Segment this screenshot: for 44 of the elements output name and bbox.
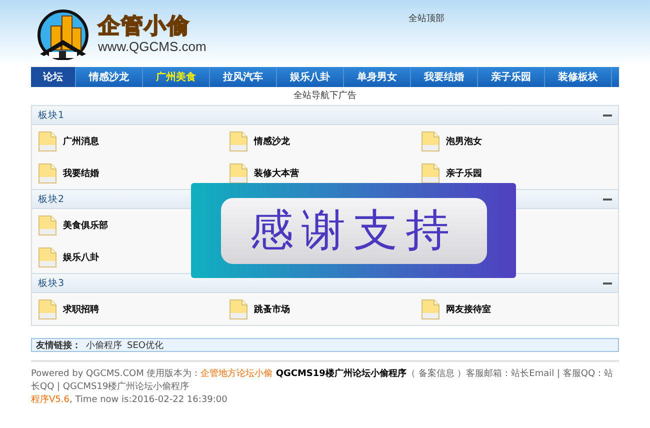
logo-title: 企管小偷 [98,14,191,40]
folder-icon [38,162,57,184]
nav-tab[interactable]: 单身男女 [344,67,411,87]
nav-tab[interactable]: 娱乐八卦 [277,67,344,87]
folder-icon [38,246,57,268]
section-title: 板块3 [38,276,64,290]
nav-tab[interactable]: 拉风汽车 [210,67,277,87]
folder-icon [229,130,248,152]
nav-tab[interactable]: 广州美食 [143,67,210,87]
folder-icon [229,162,248,184]
nav-ad-text: 全站导航下广告 [292,90,358,102]
board-link[interactable]: 泡男泡女 [446,134,482,148]
popup-text: 感谢支持 [220,198,486,264]
board-link[interactable]: 网友接待室 [446,302,491,316]
board-link[interactable]: 美食俱乐部 [63,218,108,232]
board-link[interactable]: 亲子乐园 [446,166,482,180]
board-link[interactable]: 我要结婚 [63,166,99,180]
nav-tab[interactable]: 装修板块 [545,67,612,87]
folder-icon [38,130,57,152]
board-link[interactable]: 装修大本营 [254,166,299,180]
top-ad-text: 全站顶部 [408,12,444,25]
nav-tab[interactable]: 情感沙龙 [76,67,143,87]
nav-tab[interactable]: 亲子乐园 [478,67,545,87]
folder-icon [421,162,440,184]
friend-link[interactable]: 小偷程序 [86,338,122,352]
board-link[interactable]: 娱乐八卦 [63,250,99,264]
folder-icon [38,214,57,236]
board-link[interactable]: 广州消息 [63,134,99,148]
section-title: 板块2 [38,192,64,206]
nav-tab[interactable]: 论坛 [31,67,76,87]
folder-icon [421,298,440,320]
logo-url: www.QGCMS.com [98,40,206,54]
footer-text: Powered by QGCMS.COM 使用版本为：企管地方论坛小偷 QGCMS19楼广州论坛小偷程序（ 备案信息 ）客服邮箱：站长Email | 客服QQ：站长QQ | QGCMS19楼广州论坛小偷程序 [31,368,614,394]
board-link[interactable]: 跳蚤市场 [254,302,290,316]
board-link[interactable]: 情感沙龙 [254,134,290,148]
board-link[interactable]: 求职招聘 [63,302,99,316]
folder-icon [229,298,248,320]
footer-text: 程序V5.6, Time now is:2016-02-22 16:39:00 [31,394,228,407]
section-title: 板块1 [38,108,64,122]
folder-icon [38,298,57,320]
nav-tab[interactable]: 我要结婚 [411,67,478,87]
friend-link[interactable]: SEO优化 [127,338,164,352]
friend-links-label: 友情链接： [36,339,81,352]
folder-icon [421,130,440,152]
